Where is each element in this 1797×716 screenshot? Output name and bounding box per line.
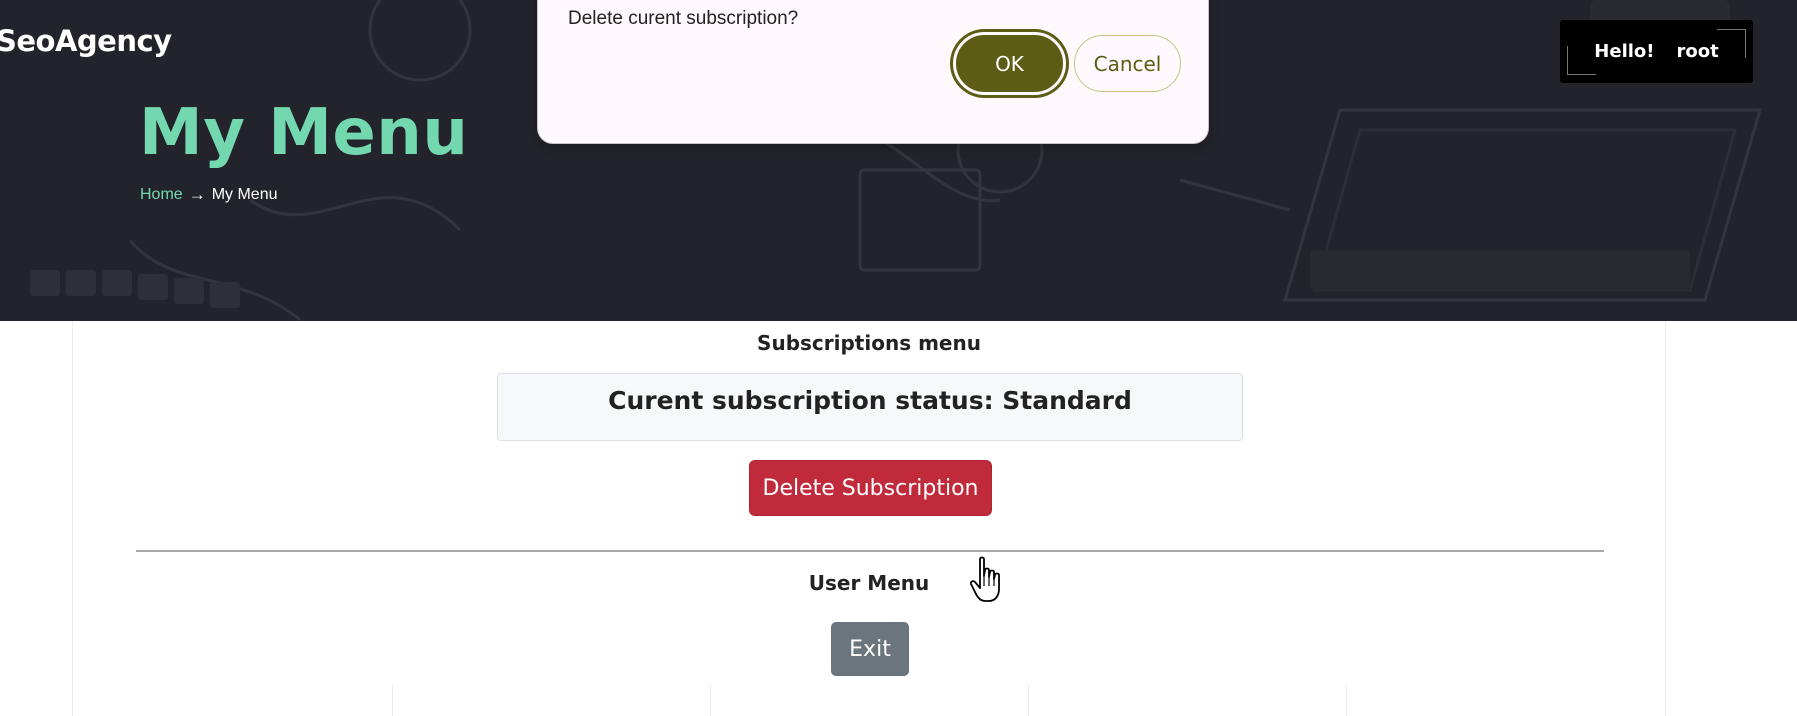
subscription-status-text: Curent subscription status: Standard <box>608 386 1132 415</box>
arrow-right-icon: → <box>188 185 206 204</box>
section-divider <box>136 550 1604 552</box>
subscription-status-box: Curent subscription status: Standard <box>497 373 1243 441</box>
username-text: root <box>1676 41 1719 62</box>
breadcrumb-home-link[interactable]: Home <box>140 186 183 204</box>
page-title: My Menu <box>139 96 469 170</box>
subscriptions-menu-title: Subscriptions menu <box>757 331 981 355</box>
confirm-dialog: Delete curent subscription? OK Cancel <box>537 0 1209 144</box>
delete-subscription-button[interactable]: Delete Subscription <box>750 461 991 515</box>
brand-logo[interactable]: SeoAgency <box>0 24 172 58</box>
column-divider <box>392 684 393 716</box>
column-divider <box>710 684 711 716</box>
hand-pointer-icon <box>970 556 1000 602</box>
ok-button[interactable]: OK <box>953 32 1066 95</box>
user-menu-title: User Menu <box>808 571 930 595</box>
menu-content-card: Subscriptions menu Curent subscription s… <box>72 321 1666 716</box>
user-greeting: Hello! root <box>1560 20 1753 83</box>
exit-button[interactable]: Exit <box>831 622 909 676</box>
breadcrumb: Home → My Menu <box>140 185 277 205</box>
column-divider <box>1028 684 1029 716</box>
breadcrumb-current: My Menu <box>211 186 278 203</box>
dialog-message: Delete curent subscription? <box>568 8 799 29</box>
cancel-button[interactable]: Cancel <box>1074 35 1181 92</box>
column-divider <box>1346 684 1347 716</box>
greeting-text: Hello! <box>1594 41 1655 62</box>
user-greeting-box[interactable]: Hello! root <box>1560 20 1753 83</box>
